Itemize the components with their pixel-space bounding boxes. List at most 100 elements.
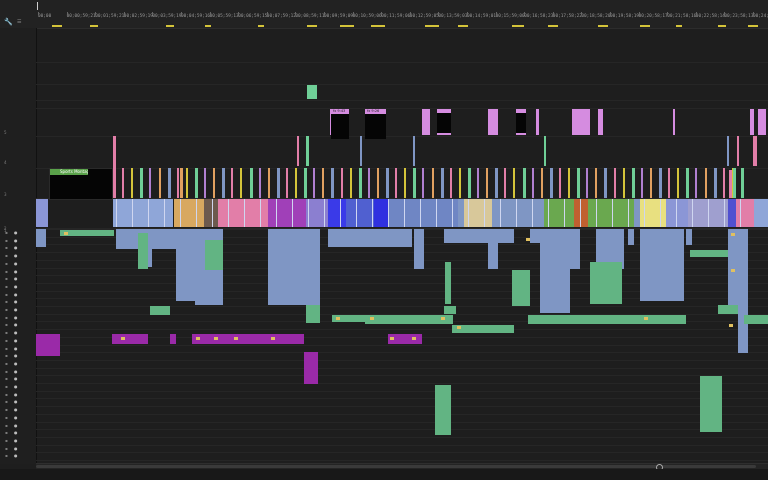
audio-clip[interactable] — [628, 229, 634, 245]
audio-clip[interactable] — [640, 229, 684, 301]
video-clip[interactable] — [268, 199, 306, 227]
keyframe-marker[interactable] — [457, 326, 461, 329]
video-clip[interactable] — [595, 168, 598, 198]
clip-edge[interactable] — [228, 199, 229, 227]
video-clip[interactable] — [728, 199, 736, 227]
audio-clip[interactable] — [512, 270, 530, 306]
video-clip[interactable] — [477, 168, 479, 198]
clip-edge[interactable] — [516, 199, 517, 227]
video-clip[interactable] — [285, 168, 288, 198]
audio-track-header[interactable]: ▪ — [5, 315, 8, 320]
audio-track-header[interactable]: ▪ — [5, 338, 8, 343]
clip-edge[interactable] — [308, 199, 309, 227]
audio-track-header[interactable]: ▪ — [5, 245, 8, 250]
audio-clip[interactable] — [365, 315, 453, 324]
audio-clip[interactable] — [138, 233, 148, 269]
audio-track-header[interactable]: ▪ — [5, 230, 8, 235]
audio-clip[interactable] — [306, 305, 320, 323]
clip-edge[interactable] — [372, 199, 373, 227]
audio-track-header[interactable]: ▪ — [5, 253, 8, 258]
sequence-marker[interactable] — [748, 25, 758, 27]
video-clip[interactable] — [304, 168, 308, 198]
audio-clip[interactable] — [498, 229, 514, 243]
voice-record-icon[interactable]: ● — [14, 284, 18, 289]
audio-clip[interactable] — [170, 334, 176, 344]
video-clip[interactable] — [737, 136, 739, 166]
audio-clip[interactable] — [445, 262, 451, 304]
clip-edge[interactable] — [340, 199, 341, 227]
clip-edge[interactable] — [724, 199, 725, 227]
keyframe-marker[interactable] — [731, 269, 735, 272]
keyframe-marker[interactable] — [234, 337, 238, 340]
audio-track-header[interactable]: ▪ — [5, 269, 8, 274]
audio-clip[interactable] — [150, 306, 170, 315]
audio-track-header[interactable]: ▪ — [5, 261, 8, 266]
video-clip[interactable] — [267, 168, 270, 198]
audio-clip[interactable] — [36, 229, 46, 247]
nested-sequence-clip[interactable]: Sports Montage — [49, 168, 113, 200]
clip-edge[interactable] — [148, 199, 149, 227]
audio-track-header[interactable]: ▪ — [5, 392, 8, 397]
audio-clip[interactable] — [452, 325, 514, 333]
voice-record-icon[interactable]: ● — [14, 346, 18, 351]
video-clip[interactable] — [213, 168, 216, 198]
video-clip[interactable] — [736, 199, 754, 227]
video-clip[interactable] — [413, 168, 417, 198]
clip-edge[interactable] — [644, 199, 645, 227]
title-clip[interactable]: fx 9:43 — [331, 109, 349, 139]
voice-record-icon[interactable]: ● — [14, 353, 18, 358]
voice-record-icon[interactable]: ● — [14, 245, 18, 250]
sequence-marker[interactable] — [307, 25, 317, 27]
audio-track-header[interactable]: ▪ — [5, 399, 8, 404]
video-clip[interactable] — [307, 85, 317, 99]
video-clip[interactable] — [740, 168, 744, 198]
video-clip[interactable] — [231, 168, 234, 198]
video-clip[interactable] — [754, 199, 768, 227]
video-clip[interactable] — [613, 168, 616, 198]
audio-clip[interactable] — [744, 315, 768, 324]
title-clip-body[interactable] — [516, 113, 526, 133]
sequence-marker[interactable] — [52, 25, 62, 27]
voice-record-icon[interactable]: ● — [14, 330, 18, 335]
video-clip[interactable] — [733, 168, 736, 198]
audio-clip[interactable] — [488, 229, 498, 269]
video-clip[interactable] — [467, 168, 471, 198]
video-clip[interactable] — [376, 168, 379, 198]
clip-edge[interactable] — [692, 199, 693, 227]
video-clip[interactable] — [431, 168, 434, 198]
voice-record-icon[interactable]: ● — [14, 369, 18, 374]
video-clip[interactable] — [222, 168, 226, 198]
audio-clip[interactable] — [590, 262, 622, 304]
video-clip[interactable] — [349, 168, 352, 198]
video-clip[interactable] — [586, 168, 589, 198]
keyframe-marker[interactable] — [196, 337, 200, 340]
sequence-marker[interactable] — [90, 25, 98, 27]
video-clip[interactable] — [176, 168, 179, 198]
video-clip[interactable] — [131, 168, 134, 198]
video-clip[interactable] — [458, 168, 461, 198]
video-clip[interactable] — [367, 168, 370, 198]
audio-clip[interactable] — [540, 229, 570, 313]
video-clip[interactable] — [122, 168, 125, 198]
video-clip[interactable] — [640, 168, 643, 198]
audio-clip[interactable] — [528, 315, 634, 324]
audio-track-header[interactable]: ▪ — [5, 330, 8, 335]
video-clip[interactable] — [295, 168, 297, 198]
keyframe-marker[interactable] — [121, 337, 125, 340]
audio-clip[interactable] — [530, 229, 540, 243]
keyframe-marker[interactable] — [64, 232, 68, 235]
video-clip[interactable] — [249, 168, 253, 198]
video-clip[interactable] — [659, 168, 662, 198]
voice-record-icon[interactable]: ● — [14, 253, 18, 258]
voice-record-icon[interactable]: ● — [14, 315, 18, 320]
clip-edge[interactable] — [548, 199, 549, 227]
video-clip[interactable] — [544, 136, 546, 166]
title-clip[interactable] — [536, 109, 539, 135]
playhead[interactable] — [37, 2, 38, 10]
clip-edge[interactable] — [660, 199, 661, 227]
clip-edge[interactable] — [276, 199, 277, 227]
audio-track-header[interactable]: ▪ — [5, 292, 8, 297]
video-clip[interactable] — [549, 168, 553, 198]
video-clip[interactable] — [513, 168, 516, 198]
video-clip[interactable] — [328, 199, 346, 227]
